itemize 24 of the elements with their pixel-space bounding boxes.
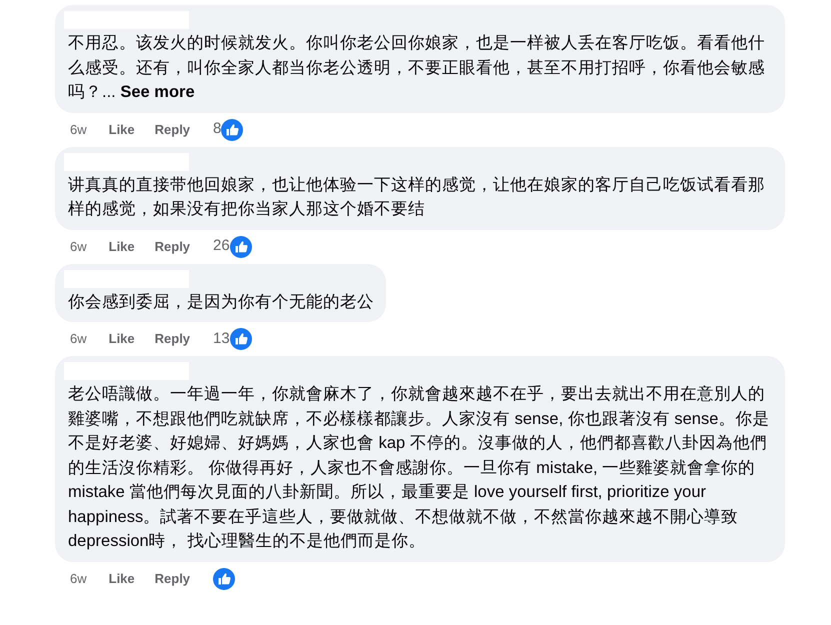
like-reaction-icon bbox=[230, 328, 252, 350]
like-reaction-icon bbox=[230, 236, 252, 258]
reply-link[interactable]: Reply bbox=[154, 329, 190, 349]
comment-text: 老公唔識做。一年過一年，你就會麻木了，你就會越來越不在乎，要出去就出不用在意別人的雞婆嘴，不想跟他們吃就缺席，不必樣樣都讓步。人家沒有 sense, 你也跟著沒有 sense。你是不是好老婆、好媳婦、好媽媽，人家也會 kap 不停的。沒事做的人，他們都喜歡八卦因為他們的生活沒你精彩。 你做得再好，人家也不會感謝你。一旦你有 mistake, 一些雞婆就會拿你的 mistake 當他們每次見面的八卦新聞。所以，最重要是 love yourself first, prioritize your happiness。試著不要在乎這些人，要做就做、不想做就不做，不然當你越來越不開心導致 depression時， 找心理醫生的不是他們而是你。 bbox=[68, 384, 770, 552]
comment-text: 讲真真的直接带他回娘家，也让他体验一下这样的感觉，让他在娘家的客厅自己吃饭试看看那样的感觉，如果没有把你当家人那这个婚不要结 bbox=[68, 174, 766, 220]
comment-text: 不用忍。该发火的时候就发火。你叫你老公回你娘家，也是一样被人丢在客厅吃饭。看看他什么感受。还有，叫你全家人都当你老公透明，不要正眼看他，甚至不用打招呼，你看他会敏感吗？... See more bbox=[68, 33, 766, 103]
reaction-count: 13 bbox=[213, 328, 230, 349]
reply-link[interactable]: Reply bbox=[154, 120, 190, 140]
reaction-count: 26 bbox=[213, 236, 230, 256]
see-more-link[interactable]: See more bbox=[120, 83, 195, 101]
reaction-count: 8 bbox=[213, 119, 222, 140]
timestamp: 6w bbox=[70, 238, 87, 256]
like-reaction-icon bbox=[213, 568, 236, 590]
reply-link[interactable]: Reply bbox=[154, 236, 190, 256]
like-reaction-icon bbox=[221, 118, 244, 140]
like-link[interactable]: Like bbox=[108, 329, 135, 349]
like-link[interactable]: Like bbox=[108, 568, 135, 588]
like-link[interactable]: Like bbox=[108, 120, 135, 140]
timestamp: 6w bbox=[70, 570, 87, 588]
timestamp: 6w bbox=[70, 120, 87, 139]
timestamp: 6w bbox=[70, 330, 87, 348]
reply-link[interactable]: Reply bbox=[154, 568, 190, 588]
comment-text: 你会感到委屈，是因为你有个无能的老公 bbox=[68, 292, 374, 312]
like-link[interactable]: Like bbox=[108, 236, 135, 256]
